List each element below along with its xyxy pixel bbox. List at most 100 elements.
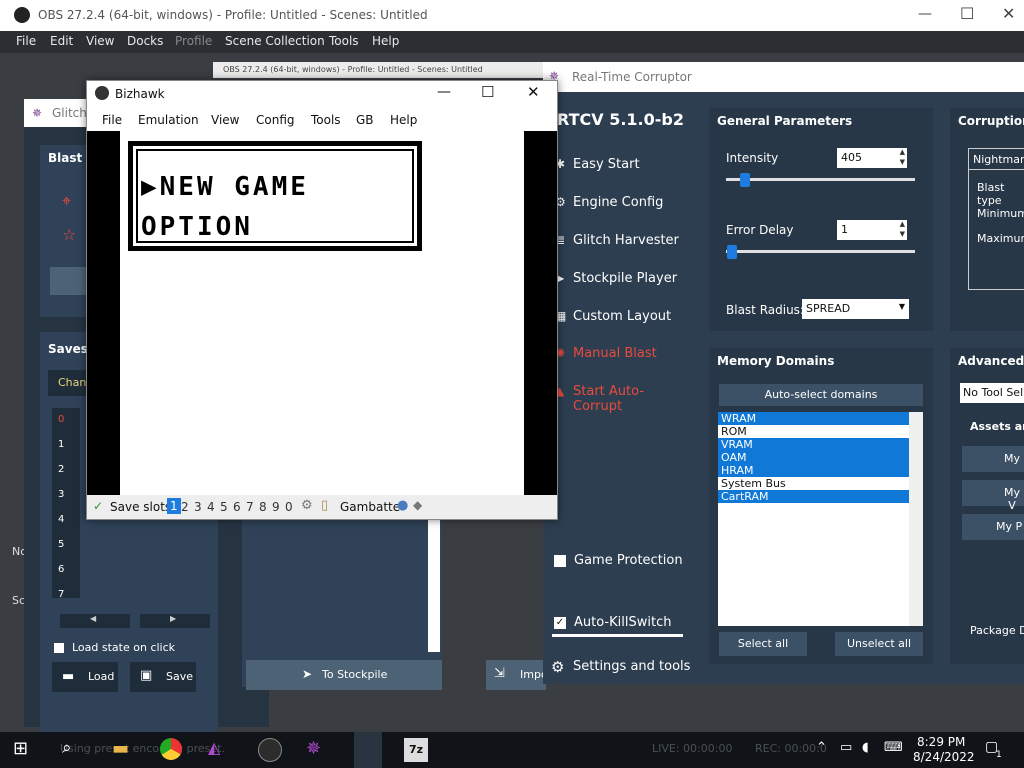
bh-menu-emulation[interactable]: Emulation [138,113,199,127]
star-icon[interactable]: ☆ [62,225,76,244]
save-slot[interactable]: 5 [220,500,228,514]
save-slot[interactable]: 7 [246,500,254,514]
load-on-click-checkbox[interactable] [54,643,64,653]
chevron-up-icon[interactable]: ⌃ [816,740,827,755]
rtcv-taskbar-icon[interactable]: ✵ [306,738,330,762]
windows-start-icon[interactable]: ⊞ [13,738,37,762]
search-icon[interactable]: ⌕ [62,738,86,762]
spin-up-icon[interactable]: ▲ [900,148,905,156]
save-slot[interactable]: 9 [272,500,280,514]
close-icon[interactable]: ✕ [1002,4,1015,23]
minimize-icon[interactable]: — [437,84,451,100]
slot-number[interactable]: 1 [58,439,64,450]
my-button-3[interactable]: My P [962,514,1024,540]
stockpile-scrollbar[interactable] [428,517,440,652]
intensity-slider-track[interactable] [726,178,915,181]
bh-menu-config[interactable]: Config [256,113,295,127]
engine-select[interactable]: Nightmare [973,153,1024,166]
clock-time[interactable]: 8:29 PM [917,735,965,749]
intensity-slider-thumb[interactable] [740,173,750,187]
menu-scene-collection[interactable]: Scene Collection [225,34,325,48]
nav-easy-start[interactable]: Easy Start [573,157,640,172]
minimize-icon[interactable]: — [918,6,932,22]
obs-taskbar-icon[interactable] [258,738,282,762]
to-stockpile-button[interactable]: ➤ To Stockpile [246,660,442,690]
prev-page-button[interactable]: ◀ [60,614,130,628]
keyboard-icon[interactable]: ⌨ [884,740,903,755]
network-icon[interactable]: ▭ [840,740,852,755]
save-slot[interactable]: 4 [207,500,215,514]
volume-icon[interactable]: ◖ [862,740,869,755]
game-protection-checkbox[interactable] [554,555,566,567]
import-button[interactable]: ⇲ Impo [486,660,548,690]
bizhawk-taskbar-icon[interactable] [354,732,382,768]
blast-radius-select[interactable]: SPREAD ▼ [802,299,909,319]
auto-killswitch-checkbox[interactable]: ✓ [554,617,566,629]
domain-item[interactable]: HRAM [718,464,923,477]
tool-select[interactable]: No Tool Sel [960,383,1024,403]
menu-help[interactable]: Help [372,34,399,48]
menu-view[interactable]: View [86,34,114,48]
nav-stockpile-player[interactable]: Stockpile Player [573,271,677,286]
next-page-button[interactable]: ▶ [140,614,210,628]
slot-number[interactable]: 3 [58,489,64,500]
slot-number[interactable]: 5 [58,539,64,550]
domain-item[interactable]: VRAM [718,438,923,451]
bh-menu-gb[interactable]: GB [356,113,374,127]
app-icon[interactable]: ◭ [208,738,232,762]
save-slot[interactable]: 0 [285,500,293,514]
slot-number[interactable]: 0 [58,414,64,425]
file-explorer-icon[interactable]: ▬ [112,738,136,762]
emulator-display[interactable]: ▶NEW GAME OPTION [87,131,557,495]
select-all-button[interactable]: Select all [719,632,807,656]
domain-item[interactable]: ROM [718,425,923,438]
clock-date[interactable]: 8/24/2022 [913,750,975,764]
spin-up-icon[interactable]: ▲ [900,220,905,228]
menu-docks[interactable]: Docks [127,34,163,48]
menu-file[interactable]: File [16,34,36,48]
maximize-icon[interactable]: ☐ [481,83,494,101]
slot-number[interactable]: 4 [58,514,64,525]
save-slot[interactable]: 6 [233,500,241,514]
my-button-2[interactable]: My V [962,480,1024,512]
domain-item[interactable]: System Bus [718,477,923,490]
menu-tools[interactable]: Tools [329,34,359,48]
bh-menu-tools[interactable]: Tools [311,113,341,127]
my-button-1[interactable]: My [962,446,1024,472]
save-slot[interactable]: 3 [194,500,202,514]
bh-menu-file[interactable]: File [102,113,122,127]
slot-number[interactable]: 6 [58,564,64,575]
nav-custom-layout[interactable]: Custom Layout [573,309,671,324]
slot-number[interactable]: 7 [58,589,64,600]
error-delay-input[interactable]: 1 ▲ ▼ [837,220,907,240]
7zip-icon[interactable]: 7z [404,738,428,762]
save-slot[interactable]: 8 [259,500,267,514]
save-slot[interactable]: 2 [181,500,189,514]
nav-glitch-harvester[interactable]: Glitch Harvester [573,233,679,248]
menu-profile[interactable]: Profile [175,34,212,48]
domain-item[interactable]: OAM [718,451,923,464]
auto-select-domains-button[interactable]: Auto-select domains [719,384,923,406]
game-screen[interactable]: ▶NEW GAME OPTION [120,131,524,495]
spin-down-icon[interactable]: ▼ [900,158,905,166]
domain-item[interactable]: WRAM [718,412,923,425]
domain-list-scrollbar[interactable] [909,412,923,626]
save-slot[interactable]: 1 [167,498,181,514]
rewind-icon[interactable]: ⚙ [301,498,313,513]
load-button[interactable]: ▬ Load [52,662,118,692]
settings-and-tools[interactable]: Settings and tools [573,659,690,674]
crosshair-icon[interactable]: ⌖ [62,191,71,211]
close-icon[interactable]: ✕ [527,83,540,101]
slot-number[interactable]: 2 [58,464,64,475]
menu-edit[interactable]: Edit [50,34,73,48]
bh-menu-view[interactable]: View [211,113,239,127]
nav-engine-config[interactable]: Engine Config [573,195,663,210]
intensity-input[interactable]: 405 ▲ ▼ [837,148,907,168]
save-button[interactable]: ▣ Save [130,662,196,692]
unselect-all-button[interactable]: Unselect all [835,632,923,656]
error-delay-slider-track[interactable] [726,250,915,253]
nav-manual-blast[interactable]: Manual Blast [573,346,657,361]
bh-menu-help[interactable]: Help [390,113,417,127]
memory-domain-list[interactable]: WRAM ROM VRAM OAM HRAM System Bus CartRA… [718,412,923,626]
maximize-icon[interactable]: ☐ [960,4,974,23]
